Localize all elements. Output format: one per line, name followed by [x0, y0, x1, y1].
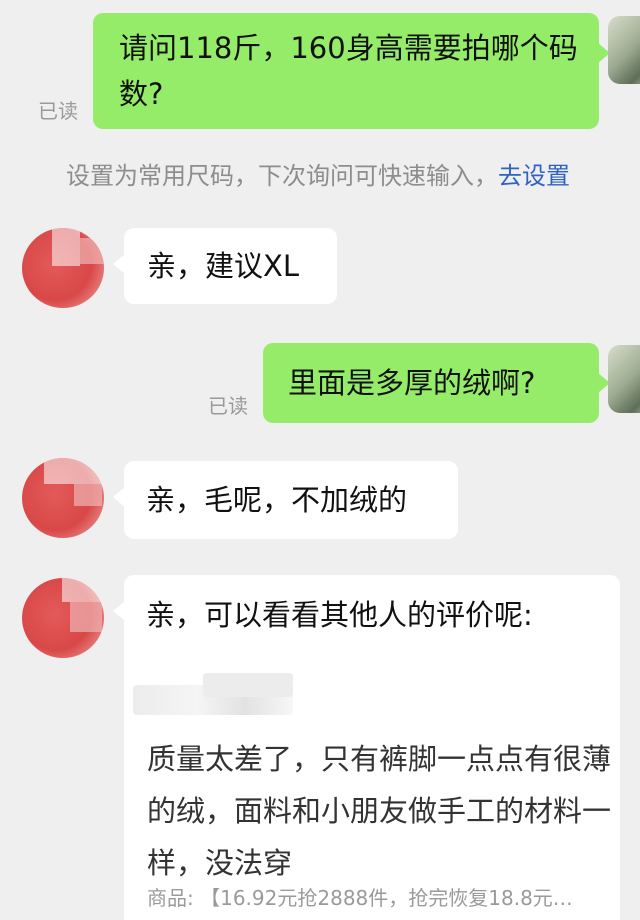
go-settings-link[interactable]: 去设置 — [498, 162, 570, 190]
seller-avatar[interactable] — [22, 228, 104, 308]
product-label: 商品: — [147, 886, 194, 910]
outgoing-message-bubble[interactable]: 里面是多厚的绒啊? — [263, 343, 610, 423]
my-avatar[interactable] — [608, 345, 640, 413]
seller-avatar[interactable] — [22, 458, 104, 538]
message-text: 亲，毛呢，不加绒的 — [146, 483, 408, 517]
outgoing-message-bubble[interactable]: 请问118斤，160身高需要拍哪个码数? — [93, 13, 610, 129]
size-setting-tip: 设置为常用尺码，下次询问可快速输入，去设置 — [66, 156, 570, 191]
blurred-username — [203, 673, 293, 697]
message-text: 亲，可以看看其他人的评价呢: — [146, 598, 533, 632]
message-text: 里面是多厚的绒啊? — [288, 366, 536, 400]
product-info[interactable]: 商品: 【16.92元抢2888件，抢完恢复18.8元… — [147, 882, 573, 911]
message-text: 亲，建议XL — [147, 249, 300, 283]
review-content: 质量太差了，只有裤脚一点点有很薄的绒，面料和小朋友做手工的材料一样，没法穿 — [147, 742, 612, 880]
incoming-message-bubble[interactable]: 亲，建议XL — [113, 228, 337, 304]
my-avatar[interactable] — [608, 16, 640, 84]
read-status: 已读 — [208, 394, 248, 418]
incoming-message-bubble[interactable]: 亲，毛呢，不加绒的 — [113, 461, 458, 539]
message-text: 请问118斤，160身高需要拍哪个码数? — [119, 31, 578, 111]
product-value: 【16.92元抢2888件，抢完恢复18.8元… — [200, 886, 573, 910]
seller-avatar[interactable] — [22, 578, 104, 658]
tip-text: 设置为常用尺码，下次询问可快速输入， — [66, 162, 498, 190]
read-status: 已读 — [38, 99, 78, 123]
